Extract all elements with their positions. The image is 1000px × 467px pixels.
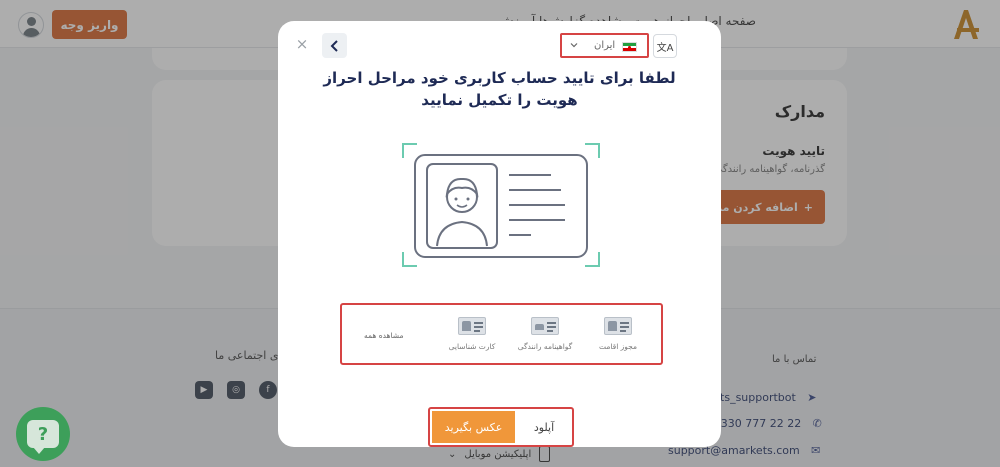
translate-icon[interactable]: 文A [653, 34, 677, 58]
doc-type-label: کارت شناسایی [448, 342, 496, 351]
verification-modal: × ایران 文A لطفا برای تایید حساب کاربری خ… [278, 21, 721, 447]
chevron-left-icon [330, 39, 338, 52]
doc-type-id-card[interactable]: کارت شناسایی [437, 317, 507, 351]
modal-title: لطفا برای تایید حساب کاربری خود مراحل اح… [323, 69, 676, 109]
driving-license-icon [531, 317, 559, 335]
upload-button[interactable]: آپلود [518, 411, 570, 443]
country-select[interactable]: ایران [560, 33, 649, 58]
document-types-panel: مجوز اقامت گواهینامه رانندگی کارت شناسای… [340, 303, 663, 365]
help-chat-button[interactable]: ? [16, 407, 70, 461]
back-button[interactable] [322, 33, 347, 58]
country-label: ایران [594, 40, 616, 51]
iran-flag-icon [622, 42, 637, 52]
doc-type-label: مجوز اقامت [598, 342, 638, 351]
question-bubble-icon: ? [27, 420, 59, 454]
id-card-illustration [402, 143, 600, 267]
view-all-link[interactable]: مشاهده همه [364, 331, 404, 340]
id-card-icon [458, 317, 486, 335]
doc-type-driving-license[interactable]: گواهینامه رانندگی [510, 317, 580, 351]
take-photo-button[interactable]: عکس بگیرید [432, 411, 515, 443]
doc-type-residence-permit[interactable]: مجوز اقامت [583, 317, 653, 351]
doc-type-label: گواهینامه رانندگی [517, 342, 573, 351]
close-icon[interactable]: × [295, 37, 309, 52]
chevron-down-icon [570, 43, 578, 48]
residence-permit-icon [604, 317, 632, 335]
capture-actions: عکس بگیرید آپلود [428, 407, 574, 447]
